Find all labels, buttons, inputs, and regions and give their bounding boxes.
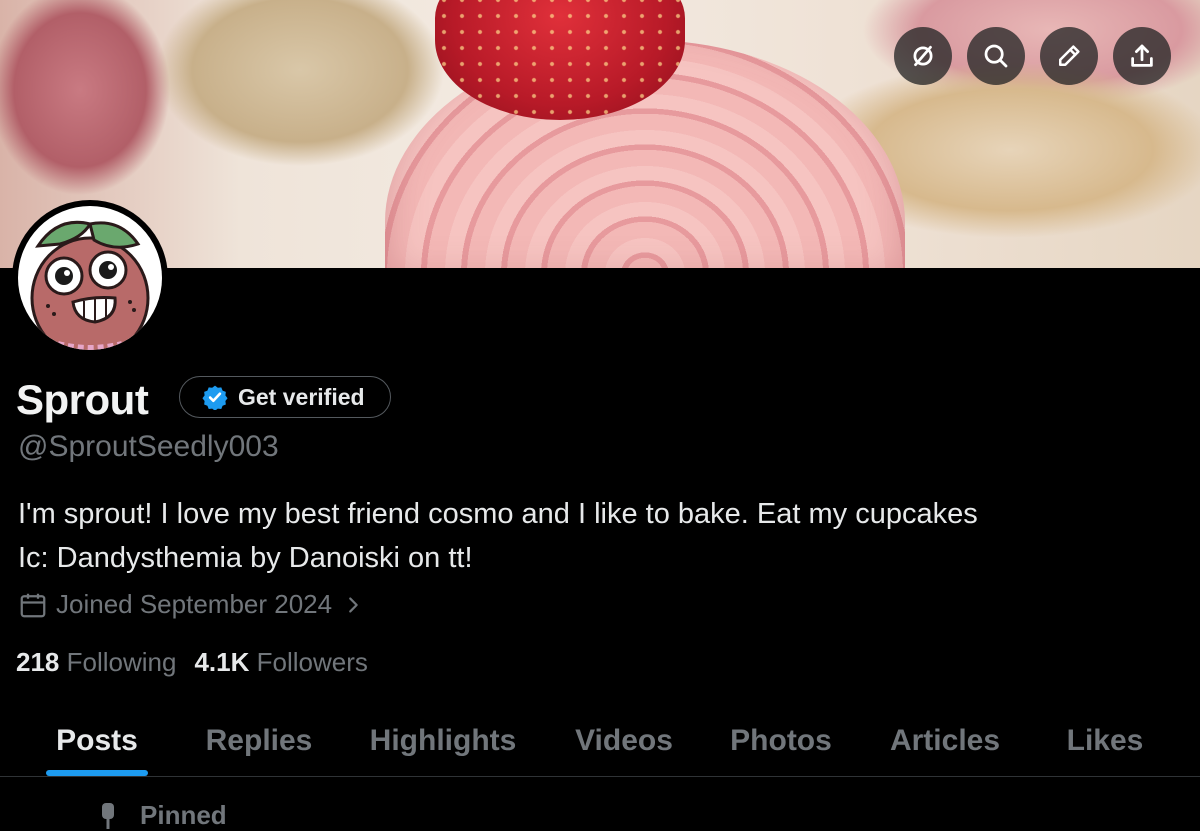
- following-link[interactable]: 218 Following: [16, 647, 176, 677]
- hide-button[interactable]: [894, 27, 952, 85]
- tab-highlights[interactable]: Highlights: [356, 705, 530, 777]
- followers-link[interactable]: 4.1K Followers: [194, 647, 367, 677]
- display-name: Sprout: [16, 376, 149, 423]
- tabs-divider: [0, 776, 1200, 777]
- share-icon: [1131, 44, 1153, 67]
- profile-tabs: Posts Replies Highlights Videos Photos A…: [0, 705, 1200, 777]
- bio: I'm sprout! I love my best friend cosmo …: [18, 492, 978, 580]
- edit-icon: [1059, 45, 1080, 66]
- chevron-right-icon: [349, 596, 358, 613]
- strawberry-character-icon: [30, 220, 150, 350]
- user-handle: @SproutSeedly003: [18, 430, 279, 463]
- tab-articles[interactable]: Articles: [872, 705, 1018, 777]
- following-count: 218: [16, 647, 60, 677]
- tab-likes[interactable]: Likes: [1052, 705, 1158, 777]
- bio-line: Ic: Dandysthemia by Danoiski on tt!: [18, 542, 473, 574]
- joined-label: Joined September 2024: [56, 589, 333, 619]
- edit-button[interactable]: [1040, 27, 1098, 85]
- profile-banner[interactable]: [0, 0, 1200, 268]
- verified-badge-icon: [202, 385, 228, 410]
- bio-line: I'm sprout! I love my best friend cosmo …: [18, 498, 978, 530]
- calendar-icon: [20, 593, 46, 617]
- avatar[interactable]: [12, 200, 168, 356]
- pinned-label: Pinned: [140, 800, 227, 830]
- search-button[interactable]: [967, 27, 1025, 85]
- tab-posts[interactable]: Posts: [46, 705, 148, 777]
- hide-icon: [913, 45, 933, 67]
- joined-date[interactable]: Joined September 2024: [18, 589, 372, 620]
- tab-replies[interactable]: Replies: [190, 705, 328, 777]
- get-verified-label: Get verified: [238, 383, 365, 410]
- search-icon: [984, 44, 1008, 68]
- get-verified-button[interactable]: Get verified: [179, 376, 391, 418]
- tab-videos[interactable]: Videos: [560, 705, 688, 777]
- pinned-header: Pinned: [96, 800, 227, 831]
- followers-label: Followers: [256, 647, 368, 677]
- avatar-image: [18, 206, 162, 350]
- follow-stats: 218 Following 4.1K Followers: [16, 647, 368, 678]
- share-button[interactable]: [1113, 27, 1171, 85]
- pin-icon: [102, 802, 114, 829]
- tab-photos[interactable]: Photos: [716, 705, 846, 777]
- following-label: Following: [66, 647, 177, 677]
- followers-count: 4.1K: [194, 647, 250, 677]
